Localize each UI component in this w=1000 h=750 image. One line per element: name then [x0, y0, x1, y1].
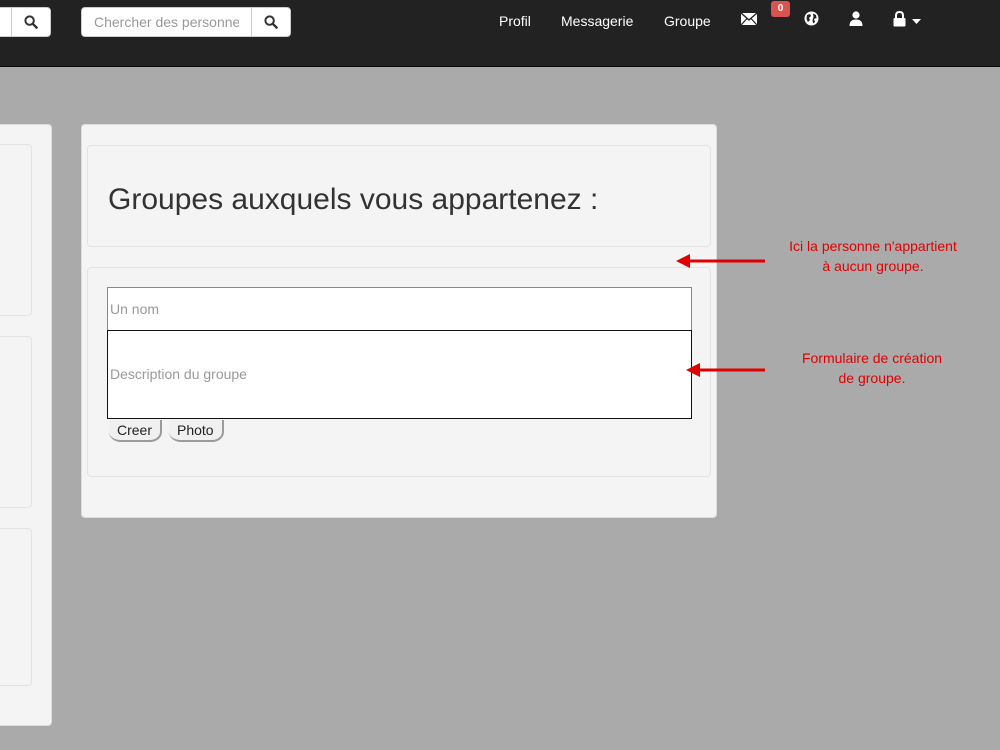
- globe-icon[interactable]: [804, 11, 819, 26]
- left-sidebar-card: [0, 144, 32, 316]
- create-group-button[interactable]: Creer: [109, 420, 163, 442]
- search-icon: [264, 15, 278, 29]
- envelope-icon[interactable]: [741, 13, 757, 25]
- people-search-group: [81, 7, 291, 37]
- caret-down-icon[interactable]: [912, 19, 921, 24]
- left-sidebar-card: [0, 336, 32, 508]
- groups-panel: Groupes auxquels vous appartenez : Creer…: [81, 124, 717, 518]
- messages-badge: 0: [771, 1, 790, 17]
- annotation-no-group: Ici la personne n'appartient à aucun gro…: [789, 238, 957, 274]
- top-navbar: Profil Messagerie Groupe 0: [0, 0, 1000, 67]
- annotation-arrow-left-icon: [686, 363, 765, 377]
- people-search-input[interactable]: [81, 7, 251, 37]
- people-search-button[interactable]: [251, 7, 291, 37]
- user-icon[interactable]: [849, 11, 863, 26]
- nav-link-messagerie[interactable]: Messagerie: [561, 13, 633, 29]
- annotation-create-form: Formulaire de création de groupe.: [801, 350, 943, 386]
- create-group-form: Creer Photo: [87, 267, 711, 477]
- left-search-input[interactable]: [0, 7, 11, 37]
- group-name-input[interactable]: [107, 287, 692, 330]
- left-search-group: [0, 7, 51, 37]
- group-description-input[interactable]: [107, 330, 692, 419]
- photo-button[interactable]: Photo: [169, 420, 224, 442]
- lock-icon[interactable]: [893, 11, 906, 27]
- annotation-arrow-left-icon: [676, 254, 765, 268]
- search-icon: [24, 15, 38, 29]
- left-search-button[interactable]: [11, 7, 51, 37]
- groups-title-well: Groupes auxquels vous appartenez :: [87, 145, 711, 247]
- left-sidebar-card: [0, 528, 32, 686]
- nav-link-profil[interactable]: Profil: [499, 13, 531, 29]
- nav-link-groupe[interactable]: Groupe: [664, 13, 711, 29]
- page-title: Groupes auxquels vous appartenez :: [108, 183, 599, 216]
